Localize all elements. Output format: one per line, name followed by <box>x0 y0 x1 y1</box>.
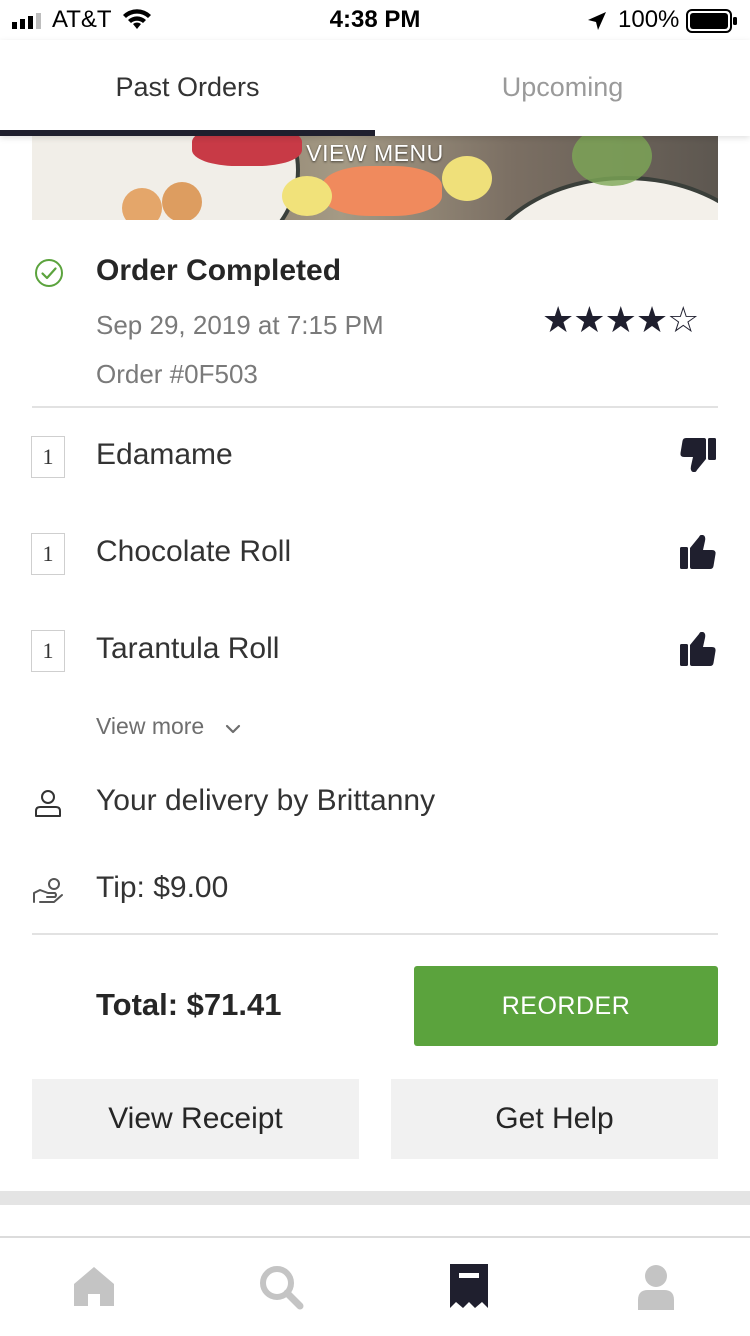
battery-percent: 100% <box>618 6 680 33</box>
star-empty-icon[interactable]: ☆ <box>667 299 699 340</box>
food-photo-detail <box>162 182 202 220</box>
reorder-button[interactable]: REORDER <box>414 966 718 1046</box>
star-filled-icon[interactable]: ★ <box>636 299 668 340</box>
restaurant-menu-banner[interactable]: VIEW MENU <box>32 136 718 220</box>
home-icon[interactable] <box>72 1264 116 1308</box>
account-icon[interactable] <box>636 1264 676 1310</box>
thumbs-down-icon[interactable] <box>680 436 716 474</box>
item-name: Chocolate Roll <box>96 535 292 568</box>
tab-upcoming[interactable]: Upcoming <box>375 72 750 103</box>
order-status-title: Order Completed <box>96 254 342 287</box>
item-quantity: 1 <box>31 533 65 575</box>
status-bar: AT&T 4:38 PM 100% <box>0 0 750 40</box>
bottom-navigation <box>0 1236 750 1336</box>
divider <box>32 406 718 408</box>
food-photo-detail <box>122 188 162 220</box>
view-menu-link[interactable]: VIEW MENU <box>32 140 718 167</box>
order-tabs: Past Orders Upcoming <box>0 40 750 136</box>
food-photo-detail <box>282 176 332 216</box>
order-total: Total: $71.41 <box>96 987 282 1022</box>
view-receipt-button[interactable]: View Receipt <box>32 1079 359 1159</box>
thumbs-up-icon[interactable] <box>680 533 716 571</box>
order-date: Sep 29, 2019 at 7:15 PM <box>96 310 384 340</box>
item-name: Tarantula Roll <box>96 632 280 665</box>
tip-hand-icon <box>33 878 63 903</box>
search-icon[interactable] <box>258 1264 304 1310</box>
chevron-down-icon <box>225 724 240 734</box>
item-quantity: 1 <box>31 436 65 478</box>
active-tab-indicator <box>0 130 375 136</box>
star-filled-icon[interactable]: ★ <box>542 299 574 340</box>
view-more-toggle[interactable]: View more <box>96 713 241 740</box>
order-number: Order #0F503 <box>96 359 258 389</box>
section-separator <box>0 1191 750 1205</box>
item-name: Edamame <box>96 438 233 471</box>
person-icon <box>35 790 61 817</box>
thumbs-up-icon[interactable] <box>680 630 716 668</box>
food-photo-detail <box>322 166 442 216</box>
tip-amount: Tip: $9.00 <box>96 871 229 904</box>
star-filled-icon[interactable]: ★ <box>573 299 605 340</box>
divider <box>32 933 718 935</box>
delivery-driver: Your delivery by Brittanny <box>96 784 436 817</box>
battery-icon <box>686 9 737 33</box>
get-help-button[interactable]: Get Help <box>391 1079 718 1159</box>
orders-receipt-icon[interactable] <box>450 1264 488 1310</box>
location-arrow-icon <box>588 12 606 30</box>
tab-past-orders[interactable]: Past Orders <box>0 72 375 103</box>
star-rating[interactable]: ★★★★☆ <box>542 299 699 341</box>
view-more-label: View more <box>96 713 205 739</box>
star-filled-icon[interactable]: ★ <box>605 299 637 340</box>
check-circle-icon <box>35 259 63 287</box>
item-quantity: 1 <box>31 630 65 672</box>
